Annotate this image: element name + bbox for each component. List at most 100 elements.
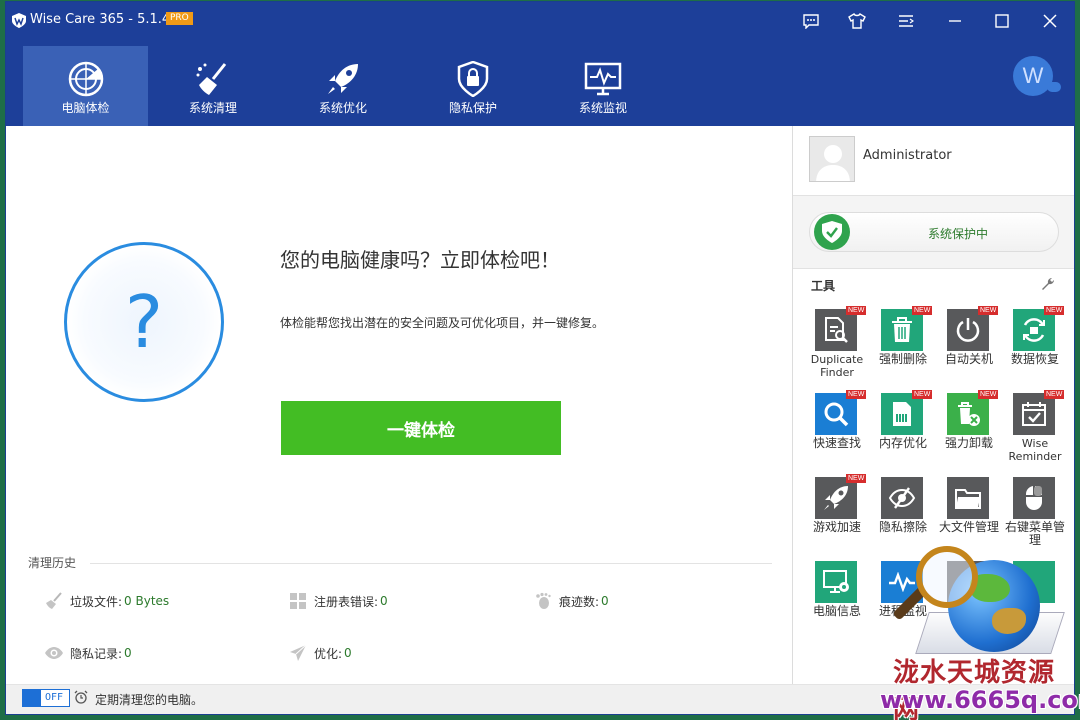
one-click-checkup-button[interactable]: 一键体检 xyxy=(281,401,561,455)
footprint-icon xyxy=(533,591,553,611)
tool-label: 强制删除 xyxy=(878,352,927,366)
nav-item-privacy[interactable]: 隐私保护 xyxy=(408,46,538,126)
history-divider xyxy=(90,563,772,564)
history-label: 痕迹数: xyxy=(559,594,600,609)
lock-shield-icon xyxy=(454,60,492,98)
tool-large-file-manager[interactable]: 大文件管理 xyxy=(936,477,1002,557)
new-badge: NEW xyxy=(978,306,999,315)
tool-privacy-eraser[interactable]: 隐私擦除 xyxy=(870,477,936,557)
new-badge: NEW xyxy=(846,390,867,399)
history-label: 垃圾文件: xyxy=(70,594,123,609)
question-mark-icon: ? xyxy=(124,280,164,364)
paper-plane-icon xyxy=(288,643,308,663)
history-value: 0 Bytes xyxy=(124,594,170,608)
tool-label: 游戏加速 xyxy=(812,520,861,534)
tool-label: 数据恢复 xyxy=(1010,352,1059,366)
power-icon xyxy=(947,309,989,351)
shield-check-icon xyxy=(814,214,850,250)
history-label: 优化: xyxy=(314,646,343,661)
titlebar: Wise Care 365 - 5.1.4 PRO xyxy=(6,2,1074,38)
tool-quick-search[interactable]: NEW 快速查找 xyxy=(804,390,870,473)
nav-label: 系统清理 xyxy=(188,101,237,115)
profile-username: Administrator xyxy=(863,148,952,163)
profile-card: Administrator xyxy=(793,126,1074,196)
tool-context-menu-manager[interactable]: 右键菜单管理 xyxy=(1002,477,1068,557)
new-badge: NEW xyxy=(912,306,933,315)
toggle-knob xyxy=(23,690,41,706)
tool-game-boost[interactable]: NEW 游戏加速 xyxy=(804,474,870,557)
app-logo-icon xyxy=(12,13,26,28)
tool-label: 自动关机 xyxy=(944,352,993,366)
feedback-icon[interactable] xyxy=(800,10,822,32)
new-badge: NEW xyxy=(846,474,867,483)
schedule-text: 定期清理您的电脑。 xyxy=(95,693,204,707)
tool-data-recovery[interactable]: NEW 数据恢复 xyxy=(1002,306,1068,389)
minimize-icon[interactable] xyxy=(944,10,966,32)
nav-label: 隐私保护 xyxy=(448,101,497,115)
menu-icon[interactable] xyxy=(895,10,917,32)
maximize-icon[interactable] xyxy=(991,10,1013,32)
tool-wise-reminder[interactable]: NEW Wise Reminder xyxy=(1002,390,1068,473)
history-value: 0 xyxy=(124,646,132,660)
profile-picture[interactable] xyxy=(809,136,855,182)
tool-label: 快速查找 xyxy=(812,436,861,450)
nav-item-monitor[interactable]: 系统监视 xyxy=(538,46,668,126)
history-label: 隐私记录: xyxy=(70,646,123,661)
main-nav: 电脑体检 系统清理 系统优化 隐私保护 系统监视 xyxy=(23,46,668,126)
health-check-circle: ? xyxy=(64,242,224,402)
nav-item-optimize[interactable]: 系统优化 xyxy=(278,46,408,126)
new-badge: NEW xyxy=(912,390,933,399)
tool-force-uninstall[interactable]: NEW 强力卸载 xyxy=(936,390,1002,473)
new-badge: NEW xyxy=(1044,306,1065,315)
tool-label: Wise Reminder xyxy=(1008,437,1062,463)
new-badge: NEW xyxy=(978,390,999,399)
wrench-icon[interactable] xyxy=(1041,277,1055,291)
history-value: 0 xyxy=(380,594,388,608)
memory-icon xyxy=(881,393,923,435)
watermark-magnifier xyxy=(916,546,978,608)
history-label: 注册表错误: xyxy=(314,594,379,609)
new-badge: NEW xyxy=(1044,390,1065,399)
nav-label: 系统监视 xyxy=(578,101,627,115)
skin-icon[interactable] xyxy=(846,10,868,32)
uninstall-icon xyxy=(947,393,989,435)
tool-label: 强力卸载 xyxy=(944,436,993,450)
radar-icon xyxy=(67,60,105,98)
folder-icon xyxy=(947,477,989,519)
history-optimizations: 优化: 0 xyxy=(288,643,352,663)
close-icon[interactable] xyxy=(1039,10,1061,32)
tool-label: 大文件管理 xyxy=(938,520,999,534)
nav-item-checkup[interactable]: 电脑体检 xyxy=(23,46,148,126)
toggle-state: OFF xyxy=(45,692,64,703)
tool-label: Duplicate Finder xyxy=(810,353,864,379)
user-avatar[interactable]: W xyxy=(1013,56,1061,96)
tool-label: 右键菜单管理 xyxy=(1004,520,1065,547)
pro-badge: PRO xyxy=(166,12,193,25)
tool-duplicate-finder[interactable]: NEW Duplicate Finder xyxy=(804,306,870,389)
tool-force-delete[interactable]: NEW 强制删除 xyxy=(870,306,936,389)
history-registry-errors: 注册表错误: 0 xyxy=(288,591,388,611)
duplicate-finder-icon xyxy=(815,309,857,351)
checkup-panel: ? 您的电脑健康吗？立即体检吧！ 体检能帮您找出潜在的安全问题及可优化项目，并一… xyxy=(6,126,792,684)
eye-icon xyxy=(44,643,64,663)
schedule-toggle[interactable]: OFF xyxy=(22,689,70,707)
registry-icon xyxy=(288,591,308,611)
protection-status-button[interactable]: 系统保护中 xyxy=(809,212,1059,252)
mouse-icon xyxy=(1013,477,1055,519)
monitor-pulse-icon xyxy=(584,60,622,98)
tool-memory-optimize[interactable]: NEW 内存优化 xyxy=(870,390,936,473)
tool-auto-shutdown[interactable]: NEW 自动关机 xyxy=(936,306,1002,389)
nav-label: 电脑体检 xyxy=(61,101,110,115)
nav-label: 系统优化 xyxy=(318,101,367,115)
checkup-headline: 您的电脑健康吗？立即体检吧！ xyxy=(280,248,560,272)
watermark-url: www.6665q.com xyxy=(880,686,1080,714)
app-window: Wise Care 365 - 5.1.4 PRO 电脑体检 系统清理 系统优化… xyxy=(6,2,1074,714)
app-title: Wise Care 365 - 5.1.4 xyxy=(30,12,171,27)
history-privacy-records: 隐私记录: 0 xyxy=(44,643,132,663)
new-badge: NEW xyxy=(846,306,867,315)
tool-pc-info[interactable]: 电脑信息 xyxy=(804,561,870,641)
protection-status-text: 系统保护中 xyxy=(927,227,988,241)
restore-icon xyxy=(1013,309,1055,351)
calendar-check-icon xyxy=(1013,393,1055,435)
nav-item-clean[interactable]: 系统清理 xyxy=(148,46,278,126)
